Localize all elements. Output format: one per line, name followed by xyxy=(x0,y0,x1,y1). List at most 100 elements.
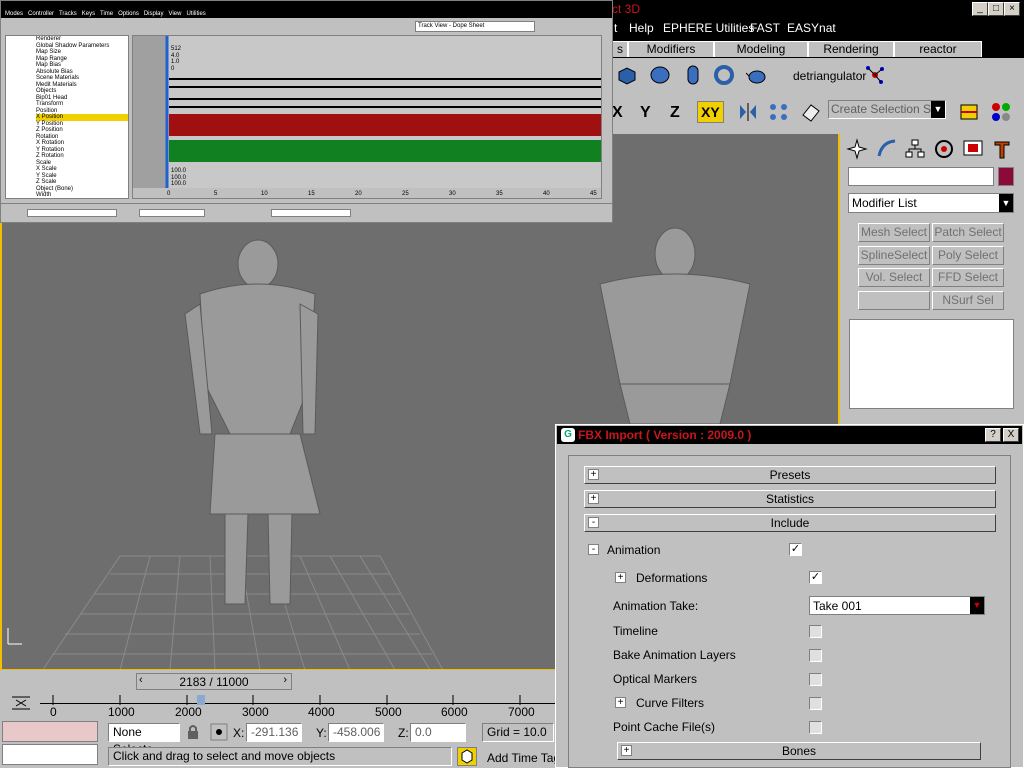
timeline-checkbox[interactable] xyxy=(809,625,822,638)
torus-tool-icon[interactable] xyxy=(713,64,735,86)
curve-filters-expand-icon[interactable]: + xyxy=(615,697,626,708)
rollout-include[interactable]: - Include xyxy=(584,514,996,532)
maximize-button[interactable]: □ xyxy=(988,2,1004,16)
selection-set-dropdown[interactable]: Create Selection Set ▼ xyxy=(828,100,946,119)
tv-menu-options[interactable]: Options xyxy=(118,11,139,17)
tv-menu-view[interactable]: View xyxy=(169,11,182,17)
menu-item-help[interactable]: Help xyxy=(629,21,654,35)
curve-filters-checkbox[interactable] xyxy=(809,697,822,710)
poly-select-button[interactable]: Poly Select xyxy=(932,246,1004,265)
spline-select-button[interactable]: SplineSelect xyxy=(858,246,930,265)
ffd-select-button[interactable]: FFD Select xyxy=(932,268,1004,287)
menu-item-ephere[interactable]: EPHERE Utilities xyxy=(663,21,754,35)
tv-menu-display[interactable]: Display xyxy=(144,11,164,17)
z-coordinate-field[interactable]: 0.0 xyxy=(410,723,466,742)
close-app-button[interactable]: × xyxy=(1004,2,1020,16)
minimize-button[interactable]: _ xyxy=(972,2,988,16)
axis-x-button[interactable]: X xyxy=(612,104,623,122)
box-tool-icon[interactable] xyxy=(616,64,638,86)
optical-markers-checkbox[interactable] xyxy=(809,673,822,686)
tv-menu-utilities[interactable]: Utilities xyxy=(186,11,205,17)
menu-item-fragment[interactable]: t xyxy=(614,21,617,35)
hierarchy-tab-icon[interactable] xyxy=(904,138,926,160)
animation-take-dropdown[interactable]: Take 001 ▼ xyxy=(809,596,985,615)
layer-manager-icon[interactable] xyxy=(958,101,980,123)
array-icon[interactable] xyxy=(768,101,790,123)
tab-reactor[interactable]: reactor xyxy=(894,41,982,57)
tv-key-field[interactable] xyxy=(271,209,351,217)
capsule-tool-icon[interactable] xyxy=(682,64,704,86)
timeline-ruler[interactable] xyxy=(40,694,556,705)
empty-modifier-button[interactable] xyxy=(858,291,930,310)
axis-y-button[interactable]: Y xyxy=(640,104,651,122)
menu-item-easynat[interactable]: EASYnat xyxy=(787,21,836,35)
tv-menu-tracks[interactable]: Tracks xyxy=(59,11,77,17)
deformations-expand-icon[interactable]: + xyxy=(615,572,626,583)
object-color-swatch[interactable] xyxy=(998,167,1014,186)
animation-checkbox[interactable]: ✓ xyxy=(789,543,802,556)
display-tab-icon[interactable] xyxy=(962,138,984,160)
tv-menu-controller[interactable]: Controller xyxy=(28,11,54,17)
chevron-down-icon[interactable]: ▼ xyxy=(999,194,1013,212)
tv-search-field[interactable] xyxy=(27,209,117,217)
x-coordinate-field[interactable]: -291.136 xyxy=(246,723,302,742)
tv-menu-keys[interactable]: Keys xyxy=(82,11,95,17)
tab-partial[interactable]: s xyxy=(612,41,628,57)
modifier-list-dropdown[interactable]: Modifier List ▼ xyxy=(848,193,1014,213)
chevron-down-icon[interactable]: ▼ xyxy=(931,101,945,118)
fbx-close-button[interactable]: X xyxy=(1003,428,1019,442)
rollout-presets[interactable]: + Presets xyxy=(584,466,996,484)
dope-sheet-grid[interactable]: 512 4.0 1.0 0 100.0 100.0 100.0 0 5 10 1… xyxy=(132,35,602,199)
tab-modeling[interactable]: Modeling xyxy=(714,41,808,57)
tv-filter-field[interactable] xyxy=(139,209,205,217)
lock-icon[interactable] xyxy=(186,724,200,740)
next-frame-icon[interactable]: › xyxy=(283,674,287,686)
axis-z-button[interactable]: Z xyxy=(670,104,680,122)
expand-icon[interactable]: + xyxy=(588,469,599,480)
animation-collapse-icon[interactable]: - xyxy=(588,544,599,555)
object-name-field[interactable] xyxy=(848,167,994,186)
teapot-tool-icon[interactable] xyxy=(745,64,768,86)
tab-rendering[interactable]: Rendering xyxy=(808,41,894,57)
axis-xy-button[interactable]: XY xyxy=(697,101,724,123)
cylinder-tool-icon[interactable] xyxy=(649,64,671,86)
y-coordinate-field[interactable]: -458.006 xyxy=(328,723,384,742)
point-cache-checkbox[interactable] xyxy=(809,721,822,734)
tree-item[interactable]: Width xyxy=(36,192,128,198)
menu-item-fast[interactable]: FAST xyxy=(750,21,780,35)
patch-select-button[interactable]: Patch Select xyxy=(932,223,1004,242)
chevron-down-icon[interactable]: ▼ xyxy=(970,597,984,614)
eraser-icon[interactable] xyxy=(799,101,821,123)
tv-menu-modes[interactable]: Modes xyxy=(5,11,23,17)
molecule-icon[interactable] xyxy=(864,64,886,86)
modify-tab-icon[interactable] xyxy=(876,138,898,160)
deformations-checkbox[interactable]: ✓ xyxy=(809,571,822,584)
nsurf-sel-button[interactable]: NSurf Sel xyxy=(932,291,1004,310)
utilities-tab-icon[interactable] xyxy=(991,138,1013,160)
expand-icon[interactable]: + xyxy=(588,493,599,504)
mesh-select-button[interactable]: Mesh Select xyxy=(858,223,930,242)
rollout-statistics[interactable]: + Statistics xyxy=(584,490,996,508)
trackbar-toggle-icon[interactable] xyxy=(10,694,32,716)
fbx-help-button[interactable]: ? xyxy=(985,428,1001,442)
trackview-tree[interactable]: Renderer Global Shadow Parameters Map Si… xyxy=(5,35,129,199)
motion-tab-icon[interactable] xyxy=(933,138,955,160)
collapse-icon[interactable]: - xyxy=(588,517,599,528)
modifier-stack-list[interactable] xyxy=(849,319,1014,409)
tab-modifiers[interactable]: Modifiers xyxy=(628,41,714,57)
absolute-mode-icon[interactable] xyxy=(210,723,228,741)
maxscript-listener-white[interactable] xyxy=(2,744,98,765)
create-tab-icon[interactable] xyxy=(846,138,868,160)
material-editor-icon[interactable] xyxy=(990,101,1012,123)
mirror-icon[interactable] xyxy=(737,101,759,123)
trackview-title-field[interactable]: Track View - Dope Sheet xyxy=(415,21,535,32)
expand-icon[interactable]: + xyxy=(621,745,632,756)
time-slider[interactable]: ‹ 2183 / 11000 › xyxy=(136,673,292,690)
maxscript-listener-pink[interactable] xyxy=(2,721,98,742)
bake-animation-layers-checkbox[interactable] xyxy=(809,649,822,662)
detriangulator-label[interactable]: detriangulator xyxy=(793,69,866,83)
tv-menu-time[interactable]: Time xyxy=(100,11,113,17)
vol-select-button[interactable]: Vol. Select xyxy=(858,268,930,287)
rollout-bones[interactable]: + Bones xyxy=(617,742,981,760)
add-time-tag-button[interactable]: Add Time Tag xyxy=(487,751,560,765)
